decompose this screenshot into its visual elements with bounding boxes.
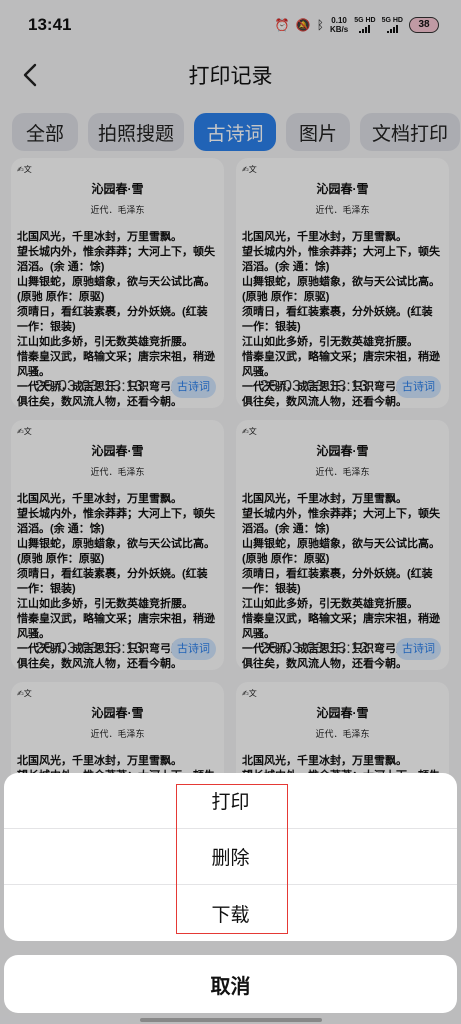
home-indicator — [140, 1018, 322, 1022]
cancel-button[interactable]: 取消 — [4, 955, 457, 1013]
highlight-box — [176, 784, 288, 934]
